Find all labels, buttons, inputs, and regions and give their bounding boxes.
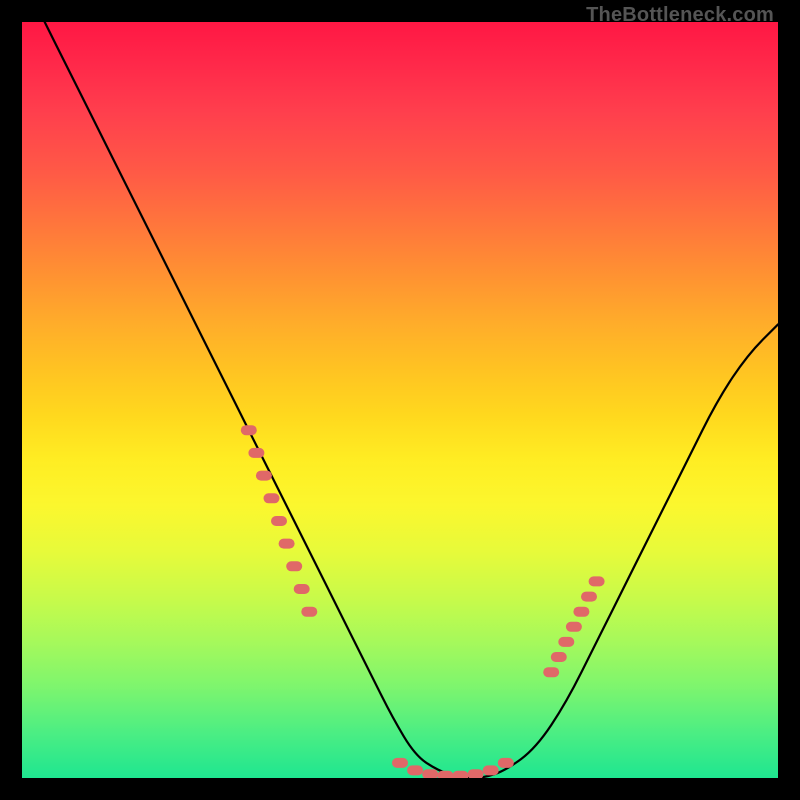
bottleneck-curve — [45, 22, 778, 778]
curve-marker — [573, 607, 589, 617]
curve-marker — [392, 758, 408, 768]
curve-marker — [294, 584, 310, 594]
curve-marker — [407, 765, 423, 775]
curve-marker — [271, 516, 287, 526]
chart-frame: TheBottleneck.com — [0, 0, 800, 800]
curve-marker — [581, 592, 597, 602]
curve-marker — [286, 561, 302, 571]
curve-marker — [483, 765, 499, 775]
curve-marker — [301, 607, 317, 617]
curve-marker — [241, 425, 257, 435]
curve-marker — [248, 448, 264, 458]
curve-marker — [558, 637, 574, 647]
curve-marker — [264, 493, 280, 503]
curve-marker — [543, 667, 559, 677]
curve-svg — [22, 22, 778, 778]
plot-area — [22, 22, 778, 778]
curve-marker — [256, 471, 272, 481]
curve-marker — [453, 771, 469, 778]
curve-marker — [468, 769, 484, 778]
curve-marker — [566, 622, 582, 632]
curve-marker — [589, 576, 605, 586]
curve-marker — [551, 652, 567, 662]
curve-marker — [279, 539, 295, 549]
curve-marker — [422, 769, 438, 778]
curve-marker — [437, 771, 453, 778]
curve-marker — [498, 758, 514, 768]
